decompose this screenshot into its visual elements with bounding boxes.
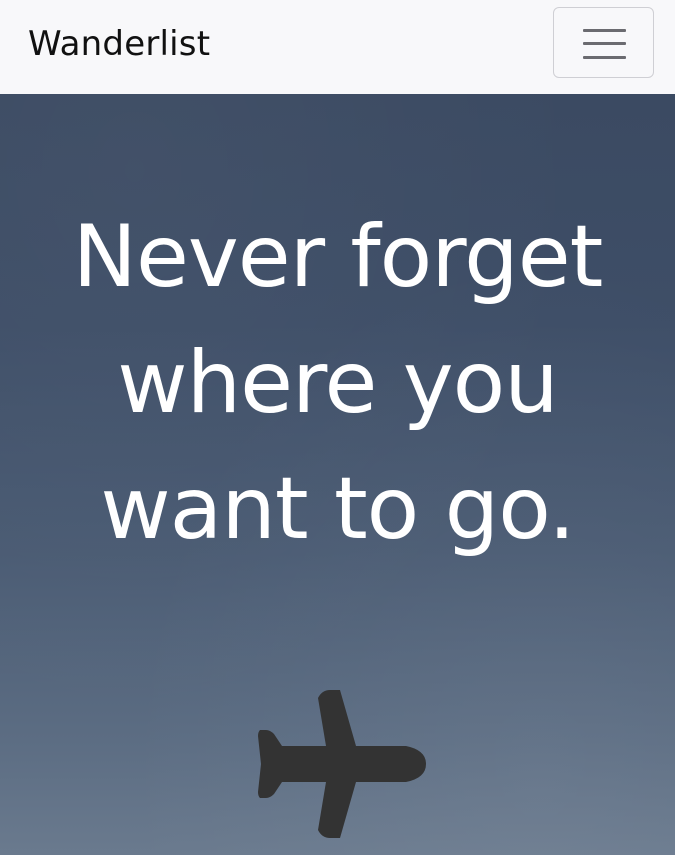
- hamburger-icon: [583, 28, 626, 60]
- navbar: Wanderlist: [0, 0, 675, 94]
- airplane-icon: [258, 690, 426, 838]
- headline-line: where you: [117, 333, 558, 433]
- hero-headline: Never forget where you want to go.: [0, 194, 675, 572]
- hamburger-bar: [583, 42, 626, 45]
- headline-line: want to go.: [100, 459, 575, 559]
- headline-line: Never forget: [72, 207, 604, 307]
- menu-toggle-button[interactable]: [553, 7, 654, 78]
- hamburger-bar: [583, 29, 626, 32]
- hero-section: Never forget where you want to go.: [0, 94, 675, 855]
- hamburger-bar: [583, 56, 626, 59]
- brand-logo-text[interactable]: Wanderlist: [28, 22, 210, 66]
